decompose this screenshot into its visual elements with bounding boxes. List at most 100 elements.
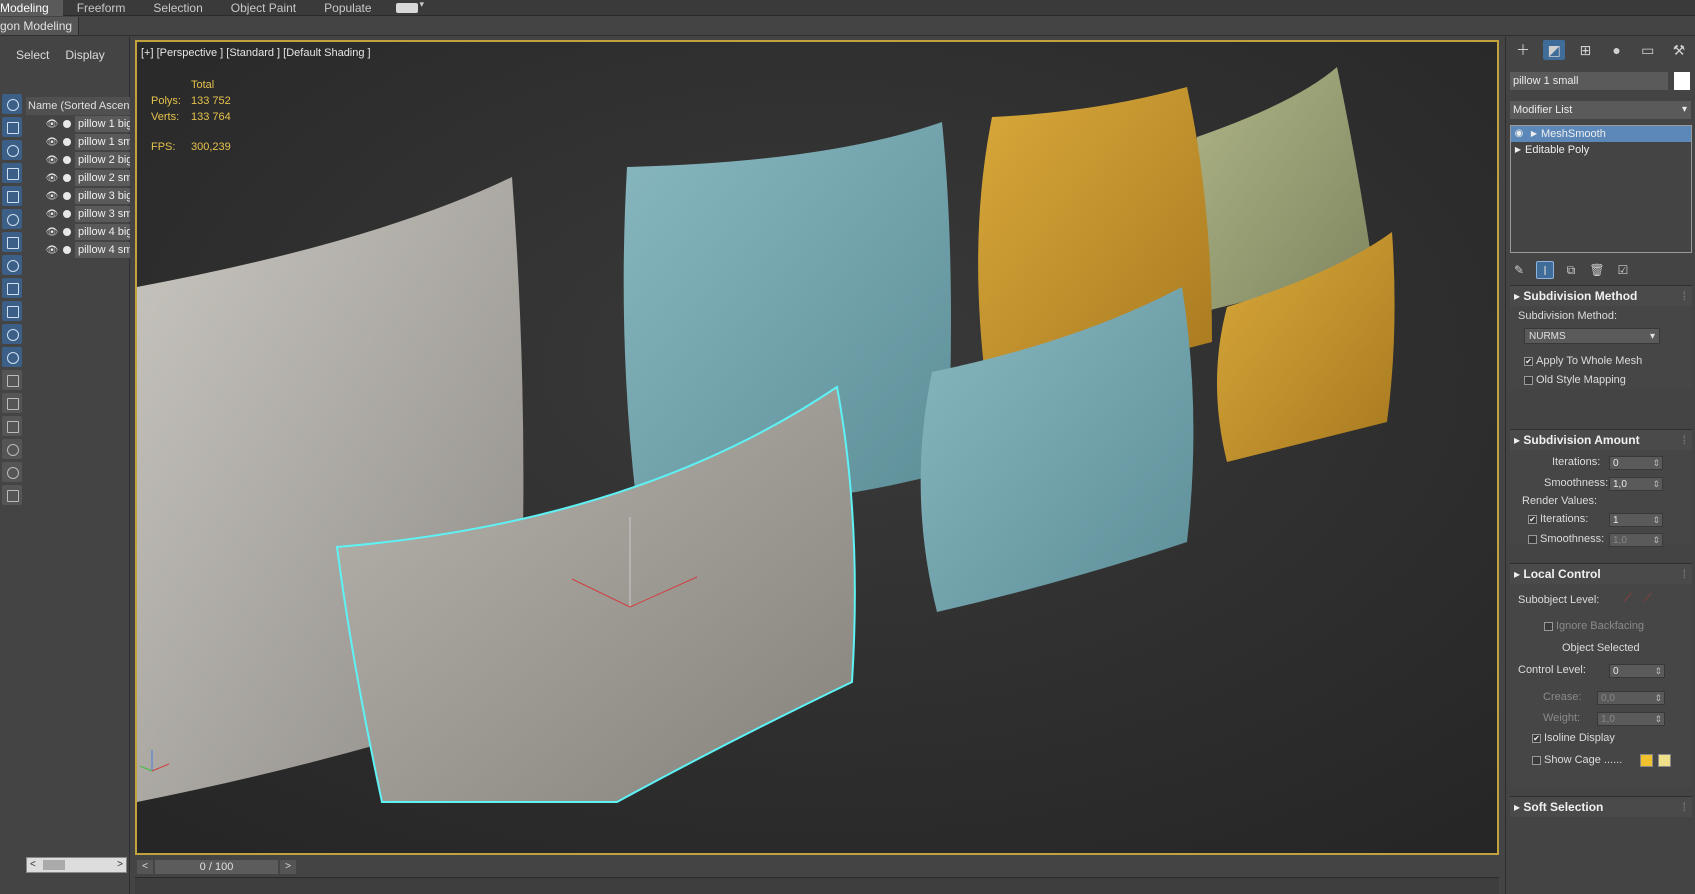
render-smoothness-checkbox[interactable]: Smoothness: xyxy=(1528,533,1604,545)
list-item[interactable]: 👁 pillow 3 small xyxy=(26,205,130,223)
crease-spinner[interactable]: 0,0 xyxy=(1597,691,1665,705)
subdivision-method-dropdown[interactable]: NURMS xyxy=(1524,328,1660,345)
show-end-result-icon[interactable]: Ⅰ xyxy=(1536,261,1554,279)
display-helpers-icon[interactable] xyxy=(2,186,22,206)
column-header-name[interactable]: Name (Sorted Ascen xyxy=(26,97,130,115)
render-toggle-icon[interactable] xyxy=(63,138,71,146)
motion-tab-icon[interactable]: ● xyxy=(1606,40,1628,60)
invert-display-icon[interactable] xyxy=(2,416,22,436)
tab-selection[interactable]: Selection xyxy=(139,0,216,16)
display-cameras-icon[interactable] xyxy=(2,163,22,183)
utilities-tab-wrench-icon[interactable]: ⚒ xyxy=(1668,40,1690,60)
scroll-right-icon[interactable]: > xyxy=(117,858,123,872)
vertex-subobject-icon[interactable]: ⟋ xyxy=(1624,592,1632,605)
display-all-icon[interactable] xyxy=(2,370,22,390)
render-toggle-icon[interactable] xyxy=(63,120,71,128)
rollout-header[interactable]: ▸ Local Control xyxy=(1510,564,1692,584)
list-item[interactable]: 👁 pillow 2 big xyxy=(26,151,130,169)
render-toggle-icon[interactable] xyxy=(63,174,71,182)
display-lights-icon[interactable] xyxy=(2,140,22,160)
control-level-spinner[interactable]: 0 xyxy=(1609,664,1665,678)
display-frozen-icon[interactable] xyxy=(2,347,22,367)
display-groups-icon[interactable] xyxy=(2,232,22,252)
hierarchy-tab-icon[interactable]: ⊞ xyxy=(1574,40,1596,60)
object-name-field[interactable]: pillow 1 small xyxy=(1510,72,1668,90)
object-color-swatch[interactable] xyxy=(1674,72,1690,90)
display-geometry-icon[interactable] xyxy=(2,94,22,114)
eye-icon[interactable]: 👁 xyxy=(44,191,60,202)
filter-icon[interactable] xyxy=(2,439,22,459)
stack-item-meshsmooth[interactable]: ◉ ▶ MeshSmooth xyxy=(1511,126,1691,142)
scrollbar-thumb[interactable] xyxy=(43,860,65,870)
eye-icon[interactable]: 👁 xyxy=(44,119,60,130)
list-item[interactable]: 👁 pillow 1 big xyxy=(26,115,130,133)
time-slider-next-button[interactable]: > xyxy=(280,860,296,874)
funnel-icon[interactable] xyxy=(2,462,22,482)
expand-arrow-icon[interactable]: ▶ xyxy=(1527,126,1541,142)
explorer-menu-select[interactable]: Select xyxy=(0,45,49,65)
create-tab-plus-icon[interactable]: ＋ xyxy=(1512,40,1534,60)
display-bones-icon[interactable] xyxy=(2,278,22,298)
old-style-mapping-checkbox[interactable]: Old Style Mapping xyxy=(1524,374,1626,386)
display-none-icon[interactable] xyxy=(2,393,22,413)
modifier-list-dropdown[interactable]: Modifier List xyxy=(1510,101,1691,119)
explorer-menu-display[interactable]: Display xyxy=(49,45,104,65)
eye-icon[interactable]: 👁 xyxy=(44,155,60,166)
make-unique-icon[interactable]: ⧉ xyxy=(1562,261,1580,279)
render-iterations-checkbox[interactable]: ✔ Iterations: xyxy=(1528,513,1588,525)
show-cage-checkbox[interactable]: Show Cage ...... xyxy=(1532,754,1622,766)
pin-stack-icon[interactable]: ✎ xyxy=(1510,261,1528,279)
tab-freeform[interactable]: Freeform xyxy=(63,0,140,16)
cage-color-swatch-1[interactable] xyxy=(1640,754,1653,767)
render-toggle-icon[interactable] xyxy=(63,246,71,254)
edge-subobject-icon[interactable]: ⟋ xyxy=(1644,592,1652,605)
configure-modifier-sets-icon[interactable]: ☑ xyxy=(1614,261,1632,279)
weight-spinner[interactable]: 1,0 xyxy=(1597,712,1665,726)
modify-tab-icon[interactable]: ◩ xyxy=(1543,40,1566,60)
tab-object-paint[interactable]: Object Paint xyxy=(217,0,310,16)
list-item[interactable]: 👁 pillow 4 big xyxy=(26,223,130,241)
render-iterations-spinner[interactable]: 1 xyxy=(1609,513,1663,527)
eye-icon[interactable]: ◉ xyxy=(1511,126,1527,142)
list-item[interactable]: 👁 pillow 3 big xyxy=(26,187,130,205)
list-item[interactable]: 👁 pillow 2 small xyxy=(26,169,130,187)
rollout-header[interactable]: ▸ Soft Selection xyxy=(1510,797,1692,817)
rollout-header[interactable]: ▸ Subdivision Amount xyxy=(1510,430,1692,450)
display-space-warps-icon[interactable] xyxy=(2,209,22,229)
rollout-header[interactable]: ▸ Subdivision Method xyxy=(1510,286,1692,306)
eye-icon[interactable]: 👁 xyxy=(44,137,60,148)
display-xrefs-icon[interactable] xyxy=(2,255,22,275)
stack-item-editable-poly[interactable]: ▶ Editable Poly xyxy=(1511,142,1691,158)
isoline-display-checkbox[interactable]: ✔ Isoline Display xyxy=(1532,732,1615,744)
render-toggle-icon[interactable] xyxy=(63,156,71,164)
tab-modeling[interactable]: Modeling xyxy=(0,0,63,16)
render-smoothness-spinner[interactable]: 1,0 xyxy=(1609,533,1663,547)
time-slider-thumb[interactable]: 0 / 100 xyxy=(155,860,278,874)
ignore-backfacing-checkbox[interactable]: Ignore Backfacing xyxy=(1544,620,1644,632)
render-toggle-icon[interactable] xyxy=(63,210,71,218)
polygon-modeling-toggle[interactable]: gon Modeling xyxy=(0,17,80,35)
eye-icon[interactable]: 👁 xyxy=(44,209,60,220)
remove-modifier-trash-icon[interactable]: 🗑 xyxy=(1588,261,1606,279)
render-toggle-icon[interactable] xyxy=(63,192,71,200)
display-containers-icon[interactable] xyxy=(2,301,22,321)
cage-color-swatch-2[interactable] xyxy=(1658,754,1671,767)
iterations-spinner[interactable]: 0 xyxy=(1609,456,1663,470)
time-slider-prev-button[interactable]: < xyxy=(137,860,153,874)
scroll-left-icon[interactable]: < xyxy=(30,858,36,872)
eye-icon[interactable]: 👁 xyxy=(44,245,60,256)
eye-icon[interactable]: 👁 xyxy=(44,173,60,184)
viewport-label-menu[interactable]: [+] [Perspective ] [Standard ] [Default … xyxy=(141,47,371,59)
explorer-horizontal-scrollbar[interactable]: < > xyxy=(26,857,127,873)
track-bar[interactable] xyxy=(135,877,1499,894)
list-item[interactable]: 👁 pillow 1 small xyxy=(26,133,130,151)
list-item[interactable]: 👁 pillow 4 small xyxy=(26,241,130,259)
render-toggle-icon[interactable] xyxy=(63,228,71,236)
eye-icon[interactable]: 👁 xyxy=(44,227,60,238)
expand-arrow-icon[interactable]: ▶ xyxy=(1511,142,1525,158)
apply-whole-mesh-checkbox[interactable]: ✔ Apply To Whole Mesh xyxy=(1524,355,1642,367)
ribbon-options-dropdown-icon[interactable] xyxy=(395,0,424,13)
layer-explorer-icon[interactable] xyxy=(2,485,22,505)
display-shapes-icon[interactable] xyxy=(2,117,22,137)
perspective-viewport[interactable]: [+] [Perspective ] [Standard ] [Default … xyxy=(135,40,1499,855)
